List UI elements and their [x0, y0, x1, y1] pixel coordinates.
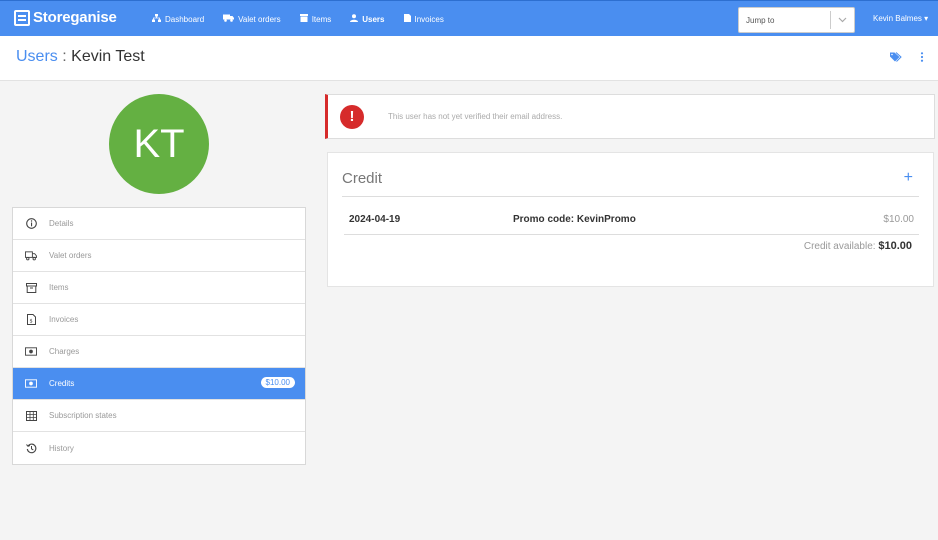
money-icon [25, 378, 37, 390]
tags-icon[interactable] [890, 52, 902, 62]
sidebar-item-label: Details [49, 219, 74, 228]
add-credit-button[interactable]: + [904, 169, 913, 187]
history-icon [25, 442, 37, 454]
page-header: Users : Kevin Test [0, 36, 938, 81]
breadcrumb-users[interactable]: Users [16, 48, 58, 65]
box-icon [299, 14, 308, 24]
sidebar-item-label: Subscription states [49, 411, 117, 420]
avatar: KT [109, 94, 209, 194]
sidebar-item-label: History [49, 443, 74, 453]
brand-logo[interactable]: Storeganise [14, 9, 117, 26]
sidebar-item-label: Charges [49, 347, 80, 356]
user-sidebar-menu: Details Valet orders Items $ Invoices Ch… [12, 207, 306, 465]
storeganise-logo-icon [14, 9, 30, 26]
user-icon [350, 14, 359, 24]
svg-text:$: $ [29, 319, 32, 325]
sidebar-item-credits[interactable]: Credits $10.00 [13, 368, 305, 400]
jump-to-placeholder: Jump to [746, 15, 775, 25]
credit-date: 2024-04-19 [349, 214, 401, 225]
chevron-down-icon[interactable] [831, 17, 854, 23]
credit-description: Promo code: KevinPromo [513, 214, 636, 225]
credit-available-value: $10.00 [878, 240, 912, 252]
truck-icon [223, 14, 235, 24]
nav-items[interactable]: Items [299, 14, 331, 24]
nav-users[interactable]: Users [350, 14, 385, 24]
sidebar-item-subscription-states[interactable]: Subscription states [13, 400, 305, 432]
header-actions [872, 52, 924, 62]
credits-badge: $10.00 [260, 377, 295, 388]
user-full-name: Kevin Test [71, 48, 145, 65]
breadcrumb-separator: : [62, 48, 67, 65]
sidebar-item-label: Credits [49, 379, 75, 388]
alert-message: This user has not yet verified their ema… [388, 112, 563, 121]
sidebar-item-valet-orders[interactable]: Valet orders [13, 240, 305, 272]
invoice-icon: $ [25, 314, 37, 326]
table-icon [25, 410, 37, 422]
user-menu[interactable]: Kevin Balmes ▾ [873, 14, 928, 23]
sidebar-item-label: Invoices [49, 315, 79, 324]
credit-panel: Credit + 2024-04-19 Promo code: KevinPro… [327, 152, 934, 287]
sitemap-icon [152, 14, 161, 24]
sidebar-item-items[interactable]: Items [13, 272, 305, 304]
money-icon [25, 346, 37, 358]
page-title: Users : Kevin Test [16, 48, 145, 66]
nav-dashboard[interactable]: Dashboard [152, 14, 204, 24]
sidebar-item-invoices[interactable]: $ Invoices [13, 304, 305, 336]
credit-amount: $10.00 [883, 214, 914, 225]
archive-icon [25, 282, 37, 294]
sidebar-item-label: Valet orders [49, 251, 92, 260]
table-row: 2024-04-19 Promo code: KevinPromo $10.00 [344, 207, 919, 235]
nav-invoices[interactable]: Invoices [403, 14, 444, 24]
credit-available: Credit available: $10.00 [804, 240, 912, 252]
sidebar-item-details[interactable]: Details [13, 208, 305, 240]
file-icon [403, 14, 411, 24]
top-navbar: Storeganise Dashboard Valet orders Items… [0, 0, 938, 36]
truck-icon [25, 250, 37, 262]
caret-down-icon: ▾ [924, 14, 929, 23]
more-options-icon[interactable] [920, 52, 924, 62]
nav-valet-orders[interactable]: Valet orders [223, 14, 281, 24]
credit-panel-title: Credit [342, 170, 383, 187]
sidebar-item-charges[interactable]: Charges [13, 336, 305, 368]
info-icon [25, 218, 37, 230]
main-nav: Dashboard Valet orders Items Users Invoi… [152, 1, 463, 37]
exclamation-icon: ! [340, 104, 364, 129]
sidebar-item-history[interactable]: History [13, 432, 305, 464]
credit-available-label: Credit available: [803, 241, 876, 252]
divider [342, 196, 919, 197]
jump-to-select[interactable]: Jump to [738, 7, 855, 33]
email-unverified-alert: ! This user has not yet verified their e… [325, 94, 935, 139]
brand-name: Storeganise [33, 9, 117, 26]
user-name: Kevin Balmes [873, 14, 922, 23]
sidebar-item-label: Items [49, 283, 69, 292]
